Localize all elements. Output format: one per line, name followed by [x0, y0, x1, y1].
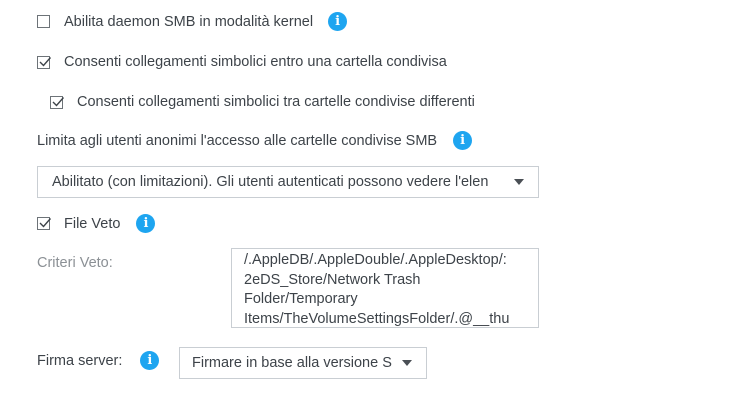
chevron-down-icon: [514, 179, 524, 185]
veto-criteria-label: Criteri Veto:: [37, 255, 113, 271]
file-veto-label: File Veto: [64, 215, 121, 232]
symlinks-within-checkbox[interactable]: [37, 55, 52, 69]
symlinks-between-label: Consenti collegamenti simbolici tra cart…: [77, 94, 475, 110]
veto-criteria-line: Folder/Temporary: [244, 291, 358, 307]
info-icon[interactable]: i: [140, 351, 160, 370]
checkmark-icon: [39, 218, 52, 228]
anon-access-value: Abilitato (con limitazioni). Gli utenti …: [52, 174, 489, 190]
symlinks-between-checkbox[interactable]: [50, 95, 65, 109]
server-signing-value: Firmare in base alla versione S: [192, 355, 392, 371]
info-icon[interactable]: i: [328, 12, 348, 31]
anon-access-label: Limita agli utenti anonimi l'accesso all…: [37, 132, 438, 149]
server-signing-row: Firma server: i: [37, 351, 160, 370]
veto-criteria-line: 2eDS_Store/Network Trash: [244, 271, 421, 288]
info-icon[interactable]: i: [453, 131, 473, 150]
veto-criteria-line: Items/TheVolumeSettingsFolder/.@__thu: [244, 310, 510, 327]
file-veto-checkbox[interactable]: [37, 217, 52, 230]
chevron-down-icon: [402, 360, 412, 366]
smb-kernel-label: Abilita daemon SMB in modalità kernel: [64, 13, 314, 30]
anon-access-row: Limita agli utenti anonimi l'accesso all…: [37, 131, 473, 150]
smb-kernel-checkbox[interactable]: [37, 15, 50, 28]
symlinks-between-row: Consenti collegamenti simbolici tra cart…: [50, 94, 475, 110]
anon-access-select[interactable]: Abilitato (con limitazioni). Gli utenti …: [37, 166, 539, 198]
server-signing-label: Firma server:: [37, 352, 123, 369]
checkmark-icon: [52, 96, 65, 107]
symlinks-within-label: Consenti collegamenti simbolici entro un…: [64, 54, 447, 70]
server-signing-select[interactable]: Firmare in base alla versione S: [179, 347, 427, 379]
file-veto-row: File Veto i: [37, 214, 156, 233]
info-icon[interactable]: i: [136, 214, 156, 233]
veto-criteria-line: /.AppleDB/.AppleDouble/.AppleDesktop/:: [244, 252, 507, 268]
symlinks-within-row: Consenti collegamenti simbolici entro un…: [37, 54, 447, 70]
checkmark-icon: [39, 56, 52, 67]
veto-criteria-textarea[interactable]: /.AppleDB/.AppleDouble/.AppleDesktop/: 2…: [231, 248, 539, 328]
smb-kernel-row: Abilita daemon SMB in modalità kernel i: [37, 12, 348, 31]
